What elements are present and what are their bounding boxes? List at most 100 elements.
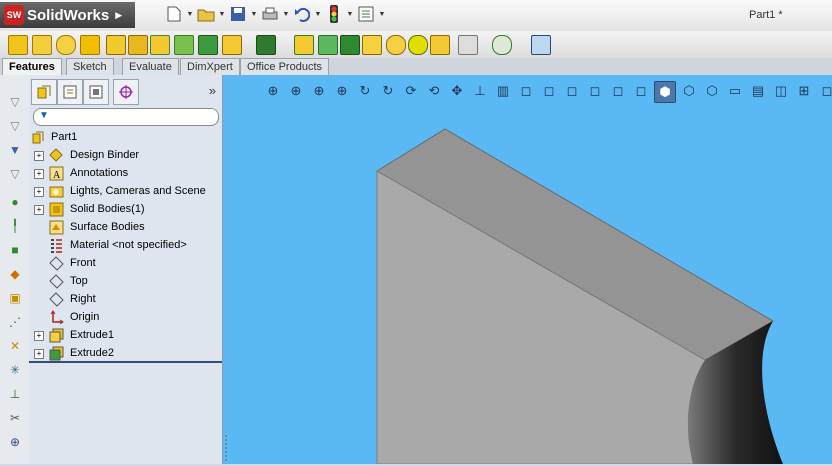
tree-item-right-plane[interactable]: Right: [29, 291, 222, 309]
tree-root-part[interactable]: Part1: [29, 129, 222, 147]
graphics-viewport[interactable]: ⊕ ⊕ ⊕ ⊕ ↻ ↻ ⟳ ⟲ ✥ ⊥ ▥ ◻ ◻ ◻ ◻ ◻ ◻ ⬢ ⬡ ⬡ …: [223, 75, 832, 464]
shaded-icon[interactable]: ◻: [608, 81, 628, 101]
undo-icon[interactable]: [293, 5, 311, 23]
expand-icon[interactable]: +: [34, 151, 44, 161]
draft-quality-icon[interactable]: ◻: [631, 81, 651, 101]
zoom-to-fit-icon[interactable]: ⊕: [263, 81, 283, 101]
model-view[interactable]: [223, 75, 832, 464]
filter-sketch-segments-icon[interactable]: ╿: [6, 217, 24, 235]
shell-icon[interactable]: [340, 35, 360, 55]
revolved-boss-icon[interactable]: [32, 35, 52, 55]
tab-sketch[interactable]: Sketch: [66, 58, 114, 75]
two-view-vertical-icon[interactable]: ◫: [771, 81, 791, 101]
options-icon[interactable]: [357, 5, 375, 23]
tree-item-extrude1[interactable]: + Extrude1: [29, 327, 222, 345]
isometric-view-icon[interactable]: ⬢: [654, 81, 676, 103]
filter-coordinate-icon[interactable]: ⊥: [6, 385, 24, 403]
link-views-icon[interactable]: ◻: [817, 81, 832, 101]
tree-item-material[interactable]: Material <not specified>: [29, 237, 222, 255]
filter-dimension-icon[interactable]: ▣: [6, 289, 24, 307]
zoom-to-selection-icon[interactable]: ⊕: [332, 81, 352, 101]
filter-icon[interactable]: ▽: [6, 93, 24, 111]
reference-geometry-icon[interactable]: [458, 35, 478, 55]
single-view-icon[interactable]: ▭: [725, 81, 745, 101]
solidworks-menu-button[interactable]: SW SolidWorks ▶: [0, 2, 135, 28]
linear-pattern-icon[interactable]: [256, 35, 276, 55]
instant3d-icon[interactable]: [531, 35, 551, 55]
feature-manager-tab-icon[interactable]: [31, 79, 57, 105]
dome-icon[interactable]: [386, 35, 406, 55]
filter-surface-icon[interactable]: ◆: [6, 265, 24, 283]
filter-points-icon[interactable]: ✳: [6, 361, 24, 379]
dimxpert-manager-tab-icon[interactable]: [113, 79, 139, 105]
expand-icon[interactable]: +: [34, 205, 44, 215]
tree-item-front-plane[interactable]: Front: [29, 255, 222, 273]
pan-icon[interactable]: ✥: [447, 81, 467, 101]
fillet-icon[interactable]: [198, 35, 218, 55]
filter-weld-icon[interactable]: ✂: [6, 409, 24, 427]
new-dropdown-icon[interactable]: ▼: [186, 5, 194, 23]
undo-dropdown-icon[interactable]: ▼: [314, 5, 322, 23]
mirror-icon[interactable]: [362, 35, 382, 55]
panel-splitter-handle[interactable]: [224, 433, 229, 463]
filter-planes-icon[interactable]: ✕: [6, 337, 24, 355]
filter-solid-bodies-icon[interactable]: ■: [6, 241, 24, 259]
lofted-cut-icon[interactable]: [174, 35, 194, 55]
rotate-3d-icon[interactable]: ⟲: [424, 81, 444, 101]
two-view-horizontal-icon[interactable]: ▤: [748, 81, 768, 101]
expand-panel-icon[interactable]: »: [209, 83, 216, 98]
tab-dimxpert[interactable]: DimXpert: [180, 58, 240, 75]
expand-icon[interactable]: +: [34, 187, 44, 197]
filter-axes-icon[interactable]: ⋰: [6, 313, 24, 331]
rebuild-icon[interactable]: [325, 5, 343, 23]
hidden-lines-visible-icon[interactable]: ◻: [539, 81, 559, 101]
curves-icon[interactable]: [492, 35, 512, 55]
filter-faces-icon[interactable]: ▼: [6, 141, 24, 159]
tree-item-origin[interactable]: Origin: [29, 309, 222, 327]
dimetric-view-icon[interactable]: ⬡: [702, 81, 722, 101]
options-dropdown-icon[interactable]: ▼: [378, 5, 386, 23]
swept-cut-icon[interactable]: [150, 35, 170, 55]
configuration-manager-tab-icon[interactable]: [83, 79, 109, 105]
rotate-about-icon[interactable]: ⟳: [401, 81, 421, 101]
new-document-icon[interactable]: [165, 5, 183, 23]
property-manager-tab-icon[interactable]: [57, 79, 83, 105]
feature-filter-input[interactable]: ▼: [33, 108, 219, 126]
extruded-cut-icon[interactable]: [106, 35, 126, 55]
view-orientation-icon[interactable]: ⊥: [470, 81, 490, 101]
tree-item-lights[interactable]: + Lights, Cameras and Scene: [29, 183, 222, 201]
revolved-cut-icon[interactable]: [128, 35, 148, 55]
draft-icon[interactable]: [318, 35, 338, 55]
hidden-lines-removed-icon[interactable]: ◻: [562, 81, 582, 101]
trimetric-view-icon[interactable]: ⬡: [679, 81, 699, 101]
filter-sketch-points-icon[interactable]: ●: [6, 193, 24, 211]
open-folder-icon[interactable]: [197, 5, 215, 23]
zoom-in-out-icon[interactable]: ⊕: [309, 81, 329, 101]
save-dropdown-icon[interactable]: ▼: [250, 5, 258, 23]
print-icon[interactable]: [261, 5, 279, 23]
wireframe-icon[interactable]: ◻: [516, 81, 536, 101]
expand-icon[interactable]: +: [34, 349, 44, 359]
tree-item-design-binder[interactable]: + Design Binder: [29, 147, 222, 165]
tab-office-products[interactable]: Office Products: [240, 58, 329, 75]
four-view-icon[interactable]: ⊞: [794, 81, 814, 101]
rollback-bar[interactable]: [29, 361, 222, 363]
section-view-icon[interactable]: ▥: [493, 81, 513, 101]
shaded-with-edges-icon[interactable]: ◻: [585, 81, 605, 101]
swept-boss-icon[interactable]: [56, 35, 76, 55]
chamfer-icon[interactable]: [222, 35, 242, 55]
filter-routing-icon[interactable]: ⊕: [6, 433, 24, 451]
rebuild-dropdown-icon[interactable]: ▼: [346, 5, 354, 23]
expand-icon[interactable]: +: [34, 331, 44, 341]
lofted-boss-icon[interactable]: [80, 35, 100, 55]
tab-features[interactable]: Features: [2, 58, 62, 76]
rib-icon[interactable]: [294, 35, 314, 55]
filter-edges-icon[interactable]: ▽: [6, 117, 24, 135]
zoom-to-area-icon[interactable]: ⊕: [286, 81, 306, 101]
tree-item-top-plane[interactable]: Top: [29, 273, 222, 291]
open-dropdown-icon[interactable]: ▼: [218, 5, 226, 23]
tree-item-solid-bodies[interactable]: + Solid Bodies(1): [29, 201, 222, 219]
save-icon[interactable]: [229, 5, 247, 23]
tree-item-surface-bodies[interactable]: Surface Bodies: [29, 219, 222, 237]
tree-item-annotations[interactable]: + A Annotations: [29, 165, 222, 183]
